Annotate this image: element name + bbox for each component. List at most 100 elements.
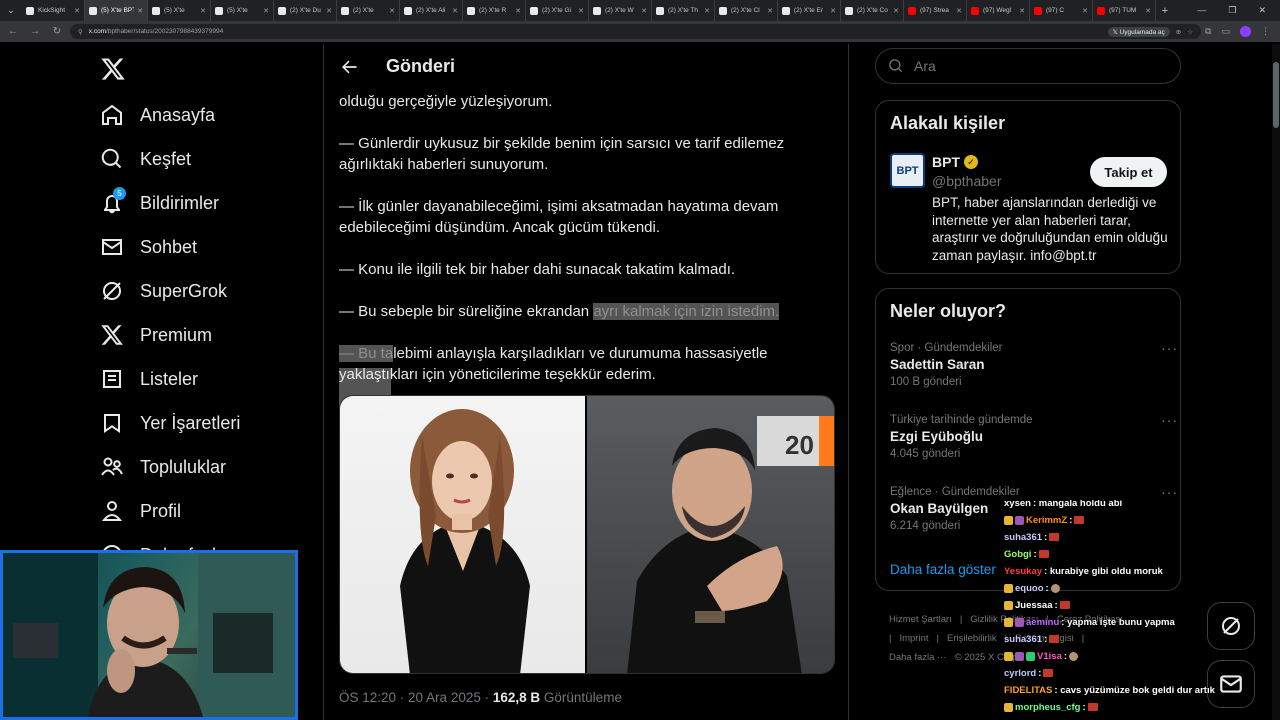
browser-tab[interactable]: (2) X'te Th ✕ <box>652 0 715 21</box>
browser-tab[interactable]: (97) TÜM ✕ <box>1093 0 1156 21</box>
restore-icon[interactable]: ❐ <box>1228 5 1236 16</box>
close-tab-icon[interactable]: ✕ <box>578 7 584 15</box>
nav-item-bookmark[interactable]: Yer İşaretleri <box>100 403 240 443</box>
chat-username[interactable]: cyrlord <box>1004 668 1036 679</box>
chat-username[interactable]: equoo <box>1015 583 1044 594</box>
site-info-icon[interactable]: ⚲ <box>78 28 83 36</box>
back-icon[interactable]: ← <box>4 23 22 41</box>
chat-username[interactable]: aeminu <box>1026 617 1059 628</box>
close-tab-icon[interactable]: ✕ <box>1019 7 1025 15</box>
scrollbar-thumb[interactable] <box>1273 62 1279 128</box>
bookmark-star-icon[interactable]: ☆ <box>1187 28 1193 36</box>
open-in-app-button[interactable]: 𝕏 Uygulamada aç <box>1107 26 1170 37</box>
follow-button[interactable]: Takip et <box>1090 157 1167 187</box>
extensions-icon[interactable]: ⧉ <box>1205 26 1211 37</box>
footer-link[interactable]: Daha fazla ··· <box>889 652 947 663</box>
bpt-avatar[interactable]: BPT <box>890 153 925 188</box>
minimize-icon[interactable]: — <box>1197 5 1206 16</box>
chat-username[interactable]: Yesukay <box>1004 566 1042 577</box>
nav-item-person[interactable]: Profil <box>100 491 181 531</box>
browser-tab[interactable]: (2) X'te Er ✕ <box>778 0 841 21</box>
close-window-icon[interactable]: ✕ <box>1258 5 1266 16</box>
trend-item[interactable]: Spor · Gündemdekiler Sadettin Saran 100 … <box>890 340 1177 388</box>
close-tab-icon[interactable]: ✕ <box>74 7 80 15</box>
post-media[interactable]: 20 <box>339 395 835 674</box>
browser-tab[interactable]: (5) X'te BPT ✕ <box>85 0 148 21</box>
browser-tab[interactable]: (2) X'te Gi ✕ <box>526 0 589 21</box>
forward-icon[interactable]: → <box>26 23 44 41</box>
photo-woman[interactable] <box>340 396 587 673</box>
more-options-icon[interactable]: ··· <box>1161 340 1178 356</box>
chat-username[interactable]: suha361 <box>1004 634 1042 645</box>
close-tab-icon[interactable]: ✕ <box>137 7 143 15</box>
search-input[interactable]: Ara <box>875 48 1181 84</box>
nav-item-bell[interactable]: 5 Bildirimler <box>100 183 219 223</box>
browser-tab[interactable]: (2) X'te Co ✕ <box>841 0 904 21</box>
browser-tab[interactable]: (2) X'te Cl ✕ <box>715 0 778 21</box>
chat-username[interactable]: xysen <box>1004 500 1031 509</box>
close-tab-icon[interactable]: ✕ <box>389 7 395 15</box>
browser-tab[interactable]: (2) X'te Ali ✕ <box>400 0 463 21</box>
profile-switcher-icon[interactable]: ▭ <box>1221 26 1230 37</box>
post-line[interactable]: — Bu sebeple bir süreliğine ekrandan ayr… <box>339 301 809 322</box>
close-tab-icon[interactable]: ✕ <box>515 7 521 15</box>
nav-item-people[interactable]: Topluluklar <box>100 447 226 487</box>
photo-man[interactable]: 20 <box>586 396 834 673</box>
close-tab-icon[interactable]: ✕ <box>452 7 458 15</box>
post-line[interactable]: — Bu talebimi anlayışla karşıladıkları v… <box>339 343 809 385</box>
browser-tab[interactable]: (2) X'te R ✕ <box>463 0 526 21</box>
nav-item-search[interactable]: Keşfet <box>100 139 191 179</box>
browser-tab[interactable]: (97) C ✕ <box>1030 0 1093 21</box>
footer-link[interactable]: Hizmet Şartları <box>889 614 952 625</box>
chat-username[interactable]: KerimmZ <box>1026 515 1067 526</box>
close-tab-icon[interactable]: ✕ <box>1082 7 1088 15</box>
nav-item-grok[interactable]: SuperGrok <box>100 271 227 311</box>
browser-tab[interactable]: (2) X'te W ✕ <box>589 0 652 21</box>
chat-username[interactable]: suha361 <box>1004 532 1042 543</box>
post-timestamp[interactable]: ÖS 12:20 · 20 Ara 2025 · <box>339 690 493 705</box>
close-tab-icon[interactable]: ✕ <box>200 7 206 15</box>
close-tab-icon[interactable]: ✕ <box>830 7 836 15</box>
profile-name[interactable]: BPT ✓ <box>932 154 978 170</box>
tab-search-icon[interactable]: ⌄ <box>0 0 22 21</box>
close-tab-icon[interactable]: ✕ <box>893 7 899 15</box>
browser-tab[interactable]: (97) Strea ✕ <box>904 0 967 21</box>
footer-link[interactable]: Imprint <box>899 633 928 644</box>
more-options-icon[interactable]: ··· <box>1161 484 1178 500</box>
new-tab-button[interactable]: + <box>1156 5 1174 17</box>
nav-item-home[interactable]: Anasayfa <box>100 95 215 135</box>
chat-username[interactable]: Juessaa <box>1015 600 1053 611</box>
zoom-icon[interactable]: ⊕ <box>1176 28 1181 36</box>
chat-username[interactable]: V1isa <box>1037 651 1062 662</box>
close-tab-icon[interactable]: ✕ <box>956 7 962 15</box>
browser-tab[interactable]: (5) X'te ✕ <box>148 0 211 21</box>
x-logo-icon[interactable] <box>100 56 126 82</box>
browser-tab[interactable]: KickSight ✕ <box>22 0 85 21</box>
trend-item[interactable]: Türkiye tarihinde gündemde Ezgi Eyüboğlu… <box>890 412 1177 460</box>
chat-username[interactable]: Gobgi <box>1004 549 1031 560</box>
nav-item-list[interactable]: Listeler <box>100 359 198 399</box>
browser-tab[interactable]: (2) X'te ✕ <box>337 0 400 21</box>
chat-username[interactable]: morpheus_cfg <box>1015 702 1080 713</box>
close-tab-icon[interactable]: ✕ <box>263 7 269 15</box>
back-arrow-icon[interactable] <box>332 50 366 84</box>
close-tab-icon[interactable]: ✕ <box>1145 7 1151 15</box>
close-tab-icon[interactable]: ✕ <box>767 7 773 15</box>
close-tab-icon[interactable]: ✕ <box>326 7 332 15</box>
nav-item-mail[interactable]: Sohbet <box>100 227 197 267</box>
reload-icon[interactable]: ↻ <box>48 23 66 41</box>
more-options-icon[interactable]: ··· <box>1161 412 1178 428</box>
browser-tab[interactable]: (5) X'te ✕ <box>211 0 274 21</box>
profile-avatar[interactable] <box>1240 26 1251 37</box>
browser-tab[interactable]: (2) X'te Du ✕ <box>274 0 337 21</box>
chat-username[interactable]: FIDELITAS <box>1004 685 1052 696</box>
browser-tab[interactable]: (97) Wegl ✕ <box>967 0 1030 21</box>
nav-item-x[interactable]: Premium <box>100 315 212 355</box>
show-more-link[interactable]: Daha fazla göster <box>890 562 996 577</box>
profile-handle[interactable]: @bpthaber <box>932 173 1001 189</box>
close-tab-icon[interactable]: ✕ <box>704 7 710 15</box>
browser-menu-icon[interactable]: ⋮ <box>1261 26 1270 37</box>
footer-link[interactable]: Erişilebilirlik <box>947 633 997 644</box>
address-bar[interactable]: ⚲ x.com/bpthaber/status/2002307988439379… <box>70 24 1202 39</box>
close-tab-icon[interactable]: ✕ <box>641 7 647 15</box>
